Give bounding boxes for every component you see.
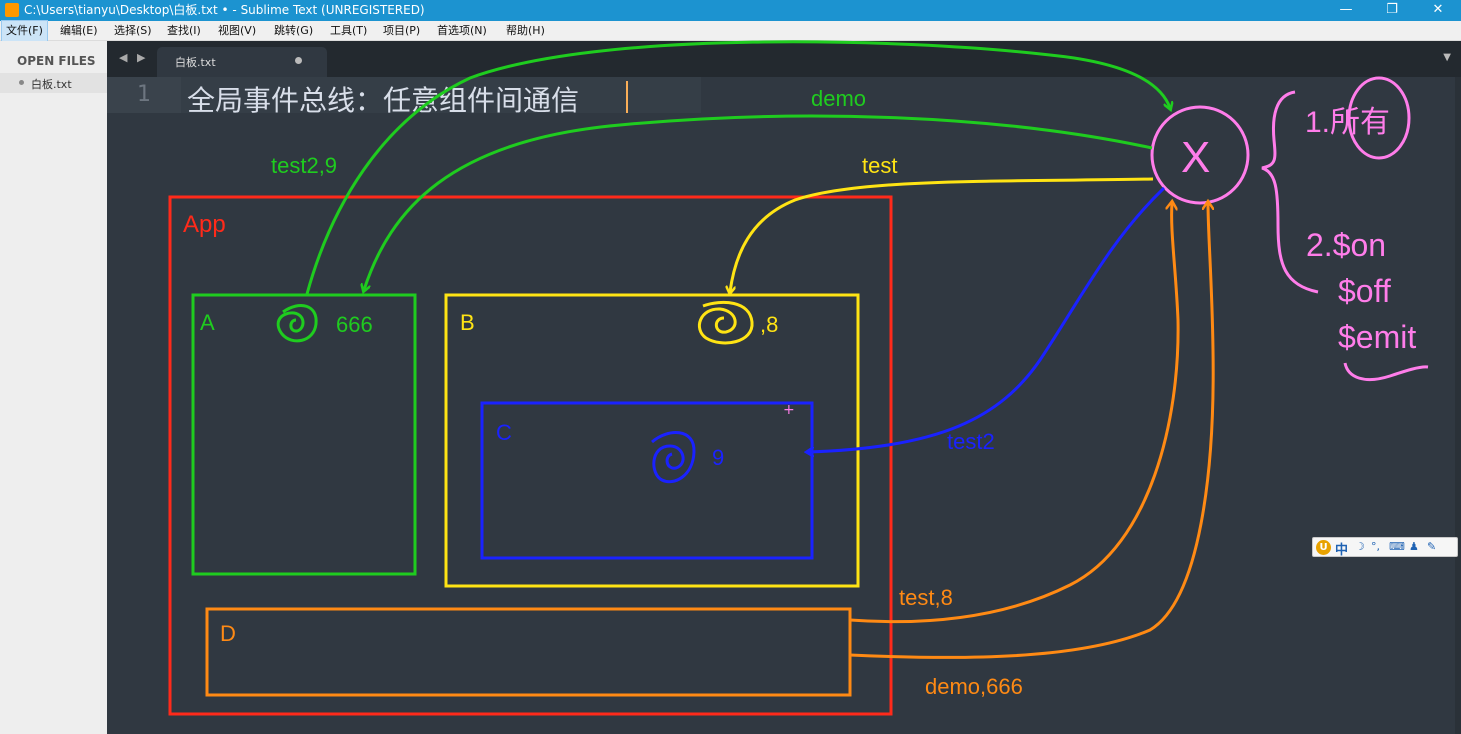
ime-punct-icon[interactable]: °, bbox=[1371, 540, 1380, 553]
edge-label-test-8: test,8 bbox=[899, 585, 953, 610]
app-box bbox=[168, 195, 893, 716]
edge-label-test2-9: test2,9 bbox=[271, 153, 337, 178]
component-a-box bbox=[191, 293, 417, 576]
component-a-value: 666 bbox=[336, 312, 373, 337]
component-c-value: 9 bbox=[712, 445, 724, 470]
component-d-box bbox=[205, 607, 852, 697]
orange-edge-d-test8-to-bus bbox=[849, 203, 1180, 624]
green-edge-bus-to-a bbox=[364, 114, 1153, 290]
whiteboard-drawing: App A 666 B ,8 C 9 + D X demo test2,9 te… bbox=[168, 40, 1429, 716]
edge-label-demo-666: demo,666 bbox=[925, 674, 1023, 699]
note-1-all: 1.所有 bbox=[1305, 106, 1390, 139]
component-c-box bbox=[480, 401, 814, 560]
component-a-label: A bbox=[200, 310, 215, 335]
component-b-label: B bbox=[460, 310, 475, 335]
ime-toolbar[interactable]: U 中 ☽ °, ⌨ ♟ ✎ bbox=[1312, 537, 1458, 558]
ime-logo-icon[interactable]: U bbox=[1316, 540, 1331, 555]
edge-label-test: test bbox=[862, 153, 897, 178]
note-off: $off bbox=[1338, 273, 1391, 309]
note-emit: $emit bbox=[1338, 319, 1416, 355]
note-2-on: 2.$on bbox=[1306, 227, 1386, 263]
ime-user-icon[interactable]: ♟ bbox=[1409, 540, 1419, 553]
c-vm-scribble-icon bbox=[651, 431, 696, 484]
edge-label-test2: test2 bbox=[947, 429, 995, 454]
ime-keyboard-icon[interactable]: ⌨ bbox=[1389, 540, 1405, 553]
blue-edge-bus-to-c bbox=[808, 186, 1166, 452]
app-label: App bbox=[183, 211, 226, 238]
event-bus-symbol: X bbox=[1181, 133, 1210, 182]
note-underline-icon bbox=[1343, 362, 1429, 381]
a-vm-scribble-icon bbox=[276, 304, 318, 343]
pen-cursor-icon: + bbox=[783, 402, 795, 418]
component-c-label: C bbox=[496, 420, 512, 445]
component-d-label: D bbox=[220, 621, 236, 646]
component-b-value: ,8 bbox=[760, 312, 778, 337]
ime-tool-icon[interactable]: ✎ bbox=[1427, 540, 1436, 553]
ime-mode-toggle[interactable]: 中 bbox=[1335, 539, 1348, 558]
ime-moon-icon[interactable]: ☽ bbox=[1355, 540, 1365, 553]
b-vm-scribble-icon bbox=[697, 300, 754, 345]
edge-label-demo: demo bbox=[811, 86, 866, 111]
